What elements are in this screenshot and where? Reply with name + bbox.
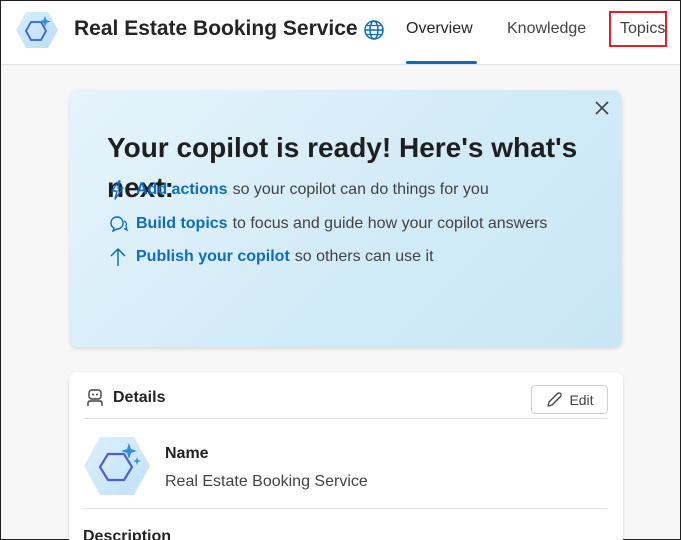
globe-icon[interactable] <box>363 19 385 41</box>
publish-copilot-link[interactable]: Publish your copilot <box>136 248 290 266</box>
build-topics-link[interactable]: Build topics <box>136 215 228 233</box>
arrow-up-icon <box>110 248 126 266</box>
top-header: Real Estate Booking Service Overview Kno… <box>1 1 680 65</box>
app-title: Real Estate Booking Service <box>74 17 358 40</box>
banner-item-publish: Publish your copilot so others can use i… <box>108 245 434 269</box>
details-card: Details Edit Name Real Estate Booking Se… <box>69 372 623 540</box>
description-label: Description <box>83 528 172 540</box>
banner-item-add-actions: Add actions so your copilot can do thing… <box>108 178 489 202</box>
tab-knowledge[interactable]: Knowledge <box>507 20 586 38</box>
copilot-hex-icon <box>16 12 58 48</box>
close-icon[interactable] <box>592 98 612 118</box>
details-title: Details <box>113 389 166 406</box>
edit-button[interactable]: Edit <box>531 385 608 414</box>
bot-icon <box>87 389 103 406</box>
edit-button-label: Edit <box>569 391 594 408</box>
divider <box>84 508 607 509</box>
chat-bubbles-icon <box>110 216 128 233</box>
banner-item-text: so your copilot can do things for you <box>232 181 489 198</box>
topics-highlight-box <box>609 11 667 47</box>
active-tab-indicator <box>406 61 477 64</box>
tab-overview[interactable]: Overview <box>406 20 473 38</box>
name-value: Real Estate Booking Service <box>165 473 368 490</box>
divider <box>84 418 607 419</box>
next-steps-banner: Your copilot is ready! Here's what's nex… <box>70 90 622 347</box>
banner-item-text: so others can use it <box>294 248 434 265</box>
name-label: Name <box>165 445 209 462</box>
banner-item-text: to focus and guide how your copilot answ… <box>232 215 548 232</box>
lightning-icon <box>111 180 124 200</box>
pencil-icon <box>547 391 563 407</box>
banner-item-build-topics: Build topics to focus and guide how your… <box>108 212 547 236</box>
add-actions-link[interactable]: Add actions <box>136 181 228 199</box>
copilot-avatar-icon <box>84 437 150 495</box>
